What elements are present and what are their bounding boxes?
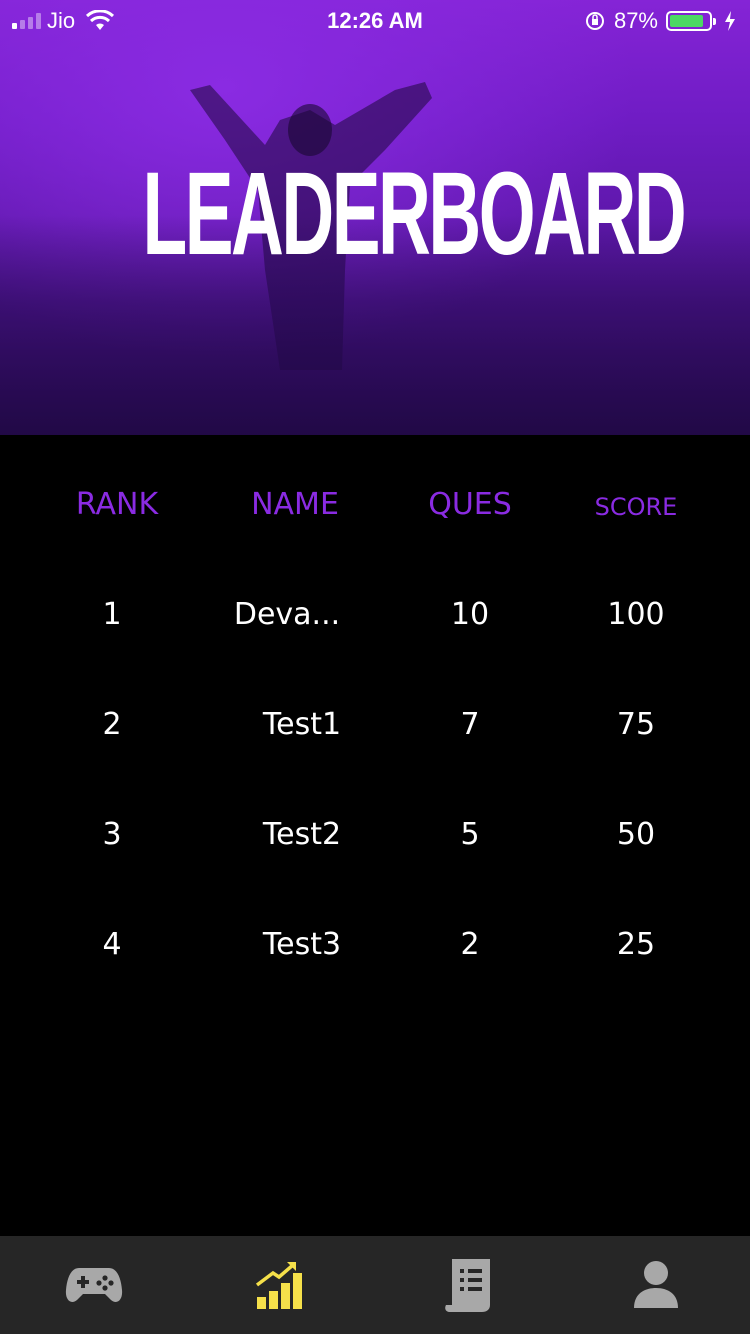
table-row: 2 Test1 7 75 [0,707,750,757]
ques-cell: 2 [460,927,480,962]
status-right: 87% [584,8,736,34]
tab-bar [0,1236,750,1334]
battery-level [670,15,703,27]
name-cell: Test3 [262,927,342,962]
user-icon [634,1261,679,1308]
table-header: RANK NAME QUES SCORE [0,487,750,537]
score-cell: 75 [616,707,656,742]
tab-profile[interactable] [563,1236,750,1334]
tab-rules[interactable] [375,1236,563,1334]
rank-cell: 1 [102,597,122,632]
document-list-icon [444,1259,490,1312]
score-cell: 50 [616,817,656,852]
tab-leaderboard[interactable] [188,1236,376,1334]
score-cell: 100 [607,597,665,632]
rotation-lock-icon [585,12,604,30]
ques-cell: 5 [460,817,480,852]
header-ques: QUES [428,487,512,522]
name-cell: Deva... [233,597,341,632]
header-score: SCORE [594,493,678,521]
table-row: 4 Test3 2 25 [0,927,750,977]
name-cell: Test1 [262,707,342,742]
gamepad-icon [65,1268,122,1302]
score-cell: 25 [616,927,656,962]
rank-cell: 4 [102,927,122,962]
table-row: 3 Test2 5 50 [0,817,750,867]
table-row: 1 Deva... 10 100 [0,597,750,647]
chart-bars-icon [256,1262,303,1309]
tab-game[interactable] [0,1236,188,1334]
battery-icon [666,11,716,31]
header-name: NAME [251,487,339,522]
header-rank: RANK [75,487,159,522]
name-cell: Test2 [262,817,342,852]
charging-icon [725,11,735,31]
page-title: LEADERBOARD [142,148,687,280]
ques-cell: 10 [450,597,490,632]
hero-banner: LEADERBOARD [0,0,750,435]
rank-cell: 3 [102,817,122,852]
rank-cell: 2 [102,707,122,742]
status-bar: Jio 12:26 AM 87% [0,0,750,40]
ques-cell: 7 [460,707,480,742]
battery-percent: 87% [613,8,658,33]
